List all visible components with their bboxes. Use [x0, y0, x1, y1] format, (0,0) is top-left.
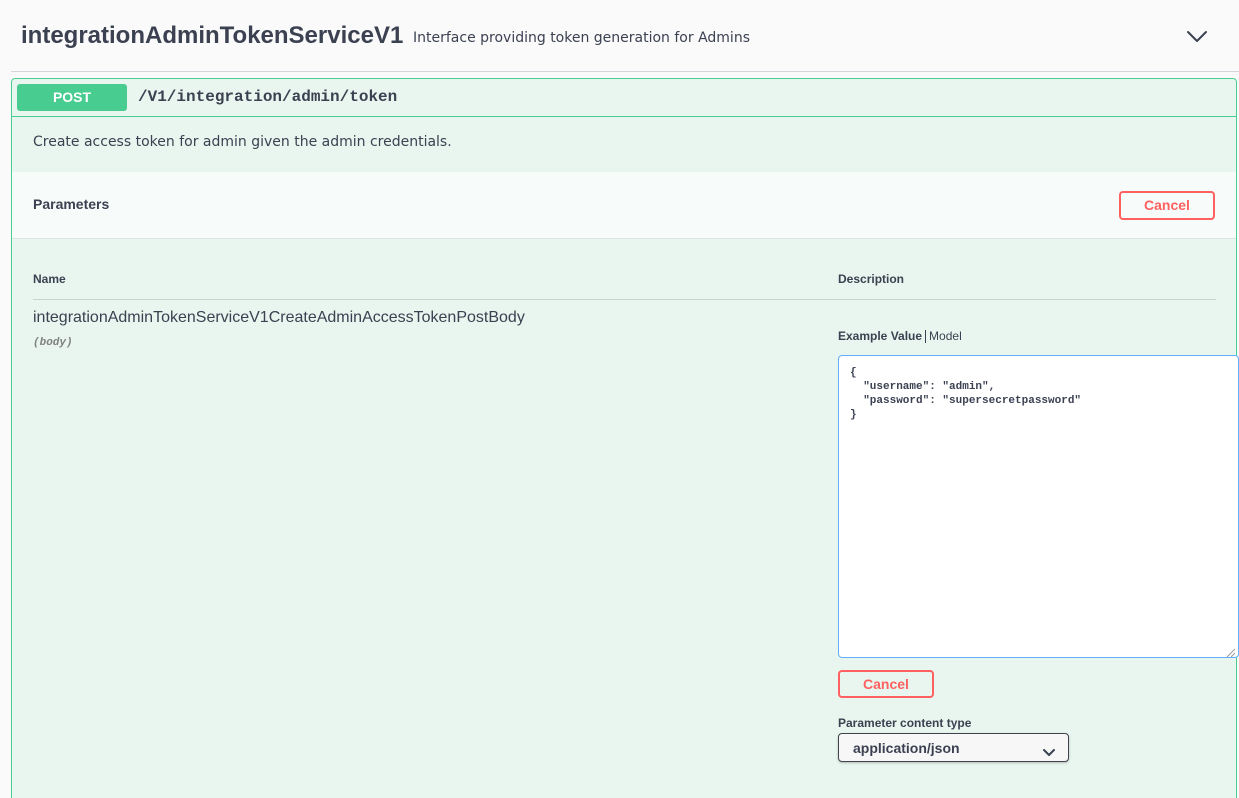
column-header-name: Name [33, 272, 66, 286]
tag-description: Interface providing token generation for… [413, 30, 750, 46]
content-type-select[interactable]: application/json [838, 733, 1069, 762]
tag-title: integrationAdminTokenServiceV1 [21, 22, 404, 49]
header-divider [33, 299, 1216, 300]
operation-block: POST /V1/integration/admin/token Create … [11, 78, 1239, 798]
operation-summary[interactable]: POST /V1/integration/admin/token [12, 79, 1236, 117]
column-header-description: Description [838, 272, 905, 286]
parameters-title: Parameters [33, 196, 110, 212]
chevron-down-icon [1043, 744, 1055, 756]
example-tabs: Example Value Model [838, 329, 962, 344]
request-body-editor[interactable]: { "username": "admin", "password": "supe… [838, 355, 1239, 658]
parameter-location: (body) [33, 337, 73, 349]
body-cancel-button[interactable]: Cancel [838, 670, 934, 698]
method-badge: POST [17, 84, 127, 111]
operation-path: /V1/integration/admin/token [138, 88, 398, 106]
tag-divider [11, 71, 1239, 72]
chevron-down-icon[interactable] [1182, 25, 1212, 49]
operation-description: Create access token for admin given the … [33, 134, 452, 150]
cancel-button[interactable]: Cancel [1119, 191, 1215, 220]
tag-header[interactable]: integrationAdminTokenServiceV1 Interface… [0, 0, 1239, 73]
parameters-header: Parameters Cancel [12, 172, 1236, 239]
parameter-name: integrationAdminTokenServiceV1CreateAdmi… [33, 309, 525, 326]
tab-separator [925, 330, 927, 344]
tab-example-value[interactable]: Example Value [838, 329, 922, 343]
tab-model[interactable]: Model [929, 329, 962, 343]
resize-handle-icon[interactable] [1225, 645, 1236, 658]
content-type-value: application/json [853, 740, 960, 756]
content-type-label: Parameter content type [838, 716, 972, 730]
